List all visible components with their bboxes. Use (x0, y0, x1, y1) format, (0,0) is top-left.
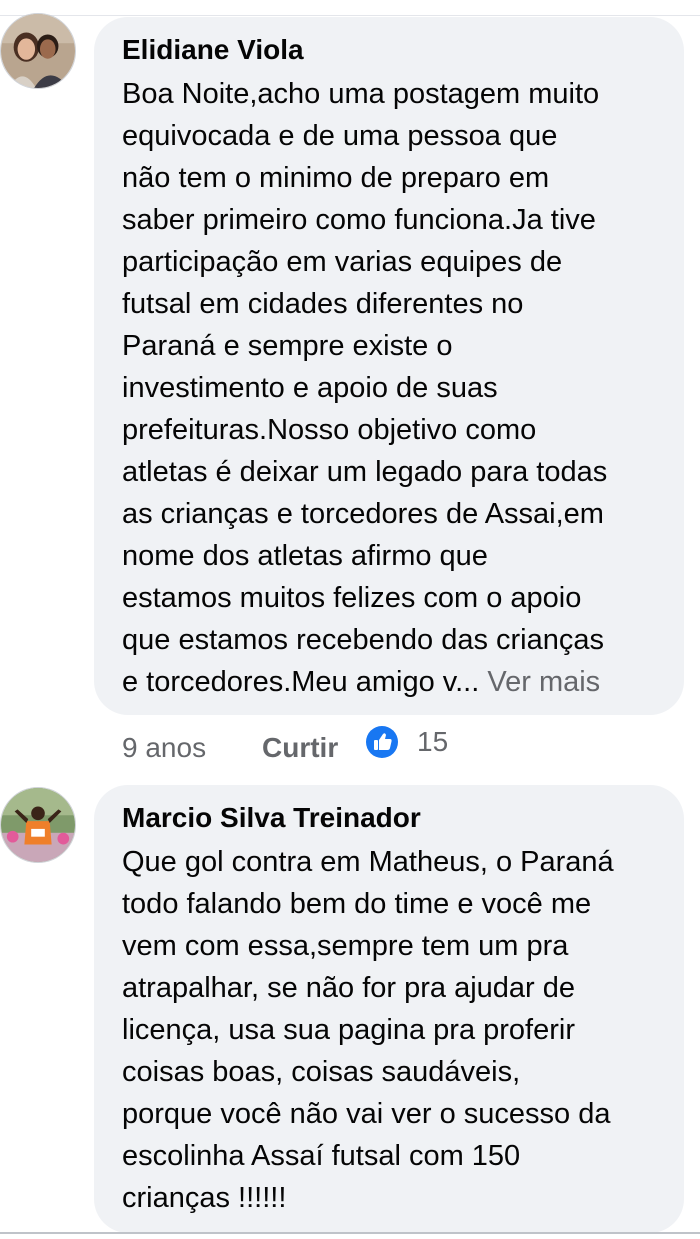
comment-author[interactable]: Marcio Silva Treinador (122, 801, 664, 835)
comment-text-line: saber primeiro como funciona.Ja tive (122, 204, 596, 236)
comment-text-line: crianças !!!!!! (122, 1182, 287, 1214)
comment-bubble: Elidiane Viola Boa Noite,acho uma postag… (94, 17, 684, 715)
comment-text-line: escolinha Assaí futsal com 150 (122, 1140, 521, 1172)
comment-text-truncated: e torcedores.Meu amigo v... (122, 666, 480, 698)
comment-text: Que gol contra em Matheus, o Paraná todo… (122, 841, 664, 1219)
comment-text-line: porque você não vai ver o sucesso da (122, 1098, 611, 1130)
comment-text-line: atletas é deixar um legado para todas (122, 456, 608, 488)
comment-text-line: futsal em cidades diferentes no (122, 288, 524, 320)
comment-text-line: não tem o minimo de preparo em (122, 162, 550, 194)
comment-text-line: coisas boas, coisas saudáveis, (122, 1056, 521, 1088)
comment-text-line: Que gol contra em Matheus, o Paraná (122, 846, 614, 878)
avatar-photo (1, 14, 75, 88)
like-button[interactable]: Curtir (262, 732, 338, 764)
divider-bottom (0, 1232, 700, 1234)
comment-actions: 9 anos Curtir 15 (122, 726, 522, 770)
comment-text: Boa Noite,acho uma postagem muito equivo… (122, 73, 664, 703)
comment-text-line: todo falando bem do time e você me (122, 888, 592, 920)
comment-text-line: que estamos recebendo das crianças (122, 624, 605, 656)
comment-author[interactable]: Elidiane Viola (122, 33, 664, 67)
comment-text-line: participação em varias equipes de (122, 246, 563, 278)
divider-top (0, 15, 700, 16)
comment-text-line: prefeituras.Nosso objetivo como (122, 414, 537, 446)
comment-text-line: Boa Noite,acho uma postagem muito (122, 78, 600, 110)
comment-text-line: investimento e apoio de suas (122, 372, 498, 404)
avatar-marcio-silva-treinador[interactable] (0, 787, 76, 863)
see-more-link[interactable]: Ver mais (487, 666, 600, 698)
comment-timestamp[interactable]: 9 anos (122, 732, 206, 764)
like-count[interactable]: 15 (417, 726, 448, 758)
comment-bubble: Marcio Silva Treinador Que gol contra em… (94, 785, 684, 1233)
comment-text-line: equivocada e de uma pessoa que (122, 120, 558, 152)
comment-text-line: atrapalhar, se não for pra ajudar de (122, 972, 576, 1004)
like-reaction-icon[interactable] (366, 726, 398, 758)
comment-text-line-last: e torcedores.Meu amigo v... Ver mais (122, 661, 664, 703)
comment-text-line: as crianças e torcedores de Assai,em (122, 498, 604, 530)
avatar-elidiane-viola[interactable] (0, 13, 76, 89)
comment-text-line: vem com essa,sempre tem um pra (122, 930, 569, 962)
comment-text-line: Paraná e sempre existe o (122, 330, 453, 362)
comment-text-line: nome dos atletas afirmo que (122, 540, 488, 572)
avatar-photo (1, 788, 75, 862)
comment-text-line: licença, usa sua pagina pra proferir (122, 1014, 575, 1046)
comment-text-line: estamos muitos felizes com o apoio (122, 582, 582, 614)
